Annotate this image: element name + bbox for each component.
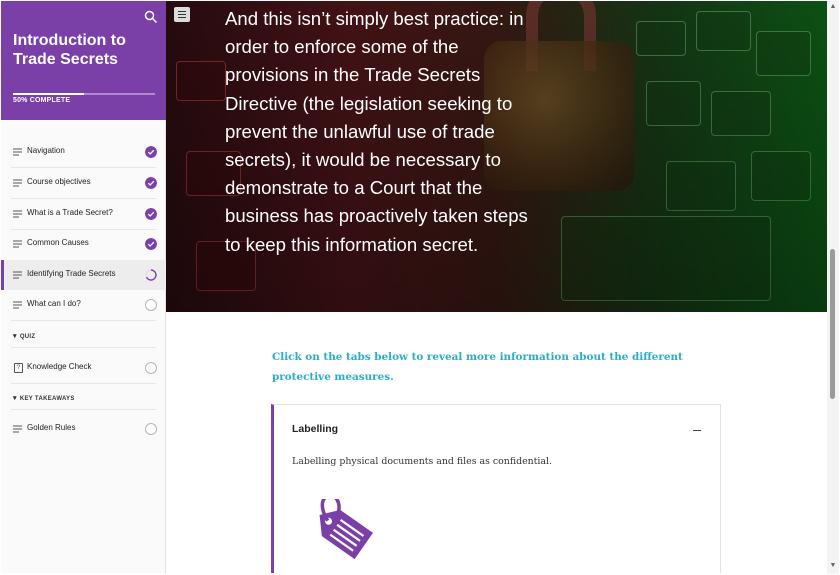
divider <box>11 409 156 410</box>
sidebar-item-label: Course objectives <box>27 177 91 186</box>
accordion-tab-title[interactable]: Labelling <box>292 423 338 435</box>
section-label: QUIZ <box>19 334 36 340</box>
course-title: Introduction to Trade Secrets <box>13 32 126 68</box>
sidebar-item-knowledge-check[interactable]: ? Knowledge Check <box>1 353 166 383</box>
sidebar-item-label: Common Causes <box>27 238 89 247</box>
section-label: KEY TAKEAWAYS <box>19 396 75 402</box>
in-progress-icon <box>145 269 157 281</box>
lesson-icon <box>13 210 22 218</box>
quiz-icon: ? <box>14 363 23 373</box>
progress-bar-fill <box>13 93 84 95</box>
completed-check-icon <box>145 208 157 220</box>
hero-text: And this isn’t simply best practice: in … <box>225 8 528 255</box>
caret-down-icon: ▾ <box>13 395 17 402</box>
accordion-panel-labelling: Labelling Labelling physical documents a… <box>271 404 721 573</box>
sidebar-item-common-causes[interactable]: Common Causes <box>1 229 166 259</box>
sidebar-item-label: What is a Trade Secret? <box>27 208 113 217</box>
lesson-icon <box>13 271 22 279</box>
page-scrollbar[interactable]: ▲ ▼ <box>827 1 839 574</box>
sidebar-item-golden-rules[interactable]: Golden Rules <box>1 414 166 444</box>
completed-check-icon <box>145 177 157 189</box>
course-app: Introduction to Trade Secrets 50% COMPLE… <box>0 0 840 575</box>
tabs-instruction: Click on the tabs below to reveal more i… <box>272 351 683 383</box>
not-started-icon <box>145 362 157 374</box>
sidebar-header: Introduction to Trade Secrets 50% COMPLE… <box>1 1 166 120</box>
sidebar-item-navigation[interactable]: Navigation <box>1 137 166 167</box>
completed-check-icon <box>145 146 157 158</box>
hero-image-block: And this isn’t simply best practice: in … <box>166 1 827 312</box>
caret-down-icon: ▾ <box>13 333 17 340</box>
sidebar-item-what-is-a-trade-secret[interactable]: What is a Trade Secret? <box>1 199 166 229</box>
scrollbar-thumb[interactable] <box>830 249 835 399</box>
not-started-icon <box>145 299 157 311</box>
scroll-down-arrow-icon[interactable]: ▼ <box>829 562 837 570</box>
lesson-icon <box>13 425 22 433</box>
sidebar-item-course-objectives[interactable]: Course objectives <box>1 168 166 198</box>
tag-icon <box>319 499 373 560</box>
divider <box>11 320 156 321</box>
divider <box>11 383 156 384</box>
sidebar-item-label: Golden Rules <box>27 423 76 432</box>
lesson-icon <box>13 240 22 248</box>
collapse-minus-icon[interactable] <box>691 422 703 434</box>
sidebar-item-label: Knowledge Check <box>27 362 92 371</box>
lesson-icon <box>13 179 22 187</box>
accordion-panel-body: Labelling physical documents and files a… <box>292 456 552 467</box>
not-started-icon <box>145 423 157 435</box>
sidebar-item-label: What can I do? <box>27 299 81 308</box>
sidebar-item-what-can-i-do[interactable]: What can I do? <box>1 290 166 320</box>
lesson-icon <box>13 148 22 156</box>
section-key-takeaways-toggle[interactable]: ▾ KEY TAKEAWAYS <box>13 394 75 402</box>
completed-check-icon <box>145 238 157 250</box>
course-sidebar: Introduction to Trade Secrets 50% COMPLE… <box>1 1 166 573</box>
sidebar-item-label: Identifying Trade Secrets <box>27 269 116 278</box>
lesson-content: And this isn’t simply best practice: in … <box>166 1 827 573</box>
section-quiz-toggle[interactable]: ▾ QUIZ <box>13 332 35 340</box>
menu-toggle-button[interactable] <box>174 7 190 22</box>
progress-label: 50% COMPLETE <box>13 97 71 104</box>
sidebar-item-label: Navigation <box>27 146 65 155</box>
divider <box>11 347 156 348</box>
progress-bar <box>13 93 155 95</box>
scroll-up-arrow-icon[interactable]: ▲ <box>829 3 837 11</box>
search-icon[interactable] <box>144 10 158 24</box>
lesson-icon <box>13 301 22 309</box>
sidebar-item-identifying-trade-secrets[interactable]: Identifying Trade Secrets <box>1 260 166 290</box>
